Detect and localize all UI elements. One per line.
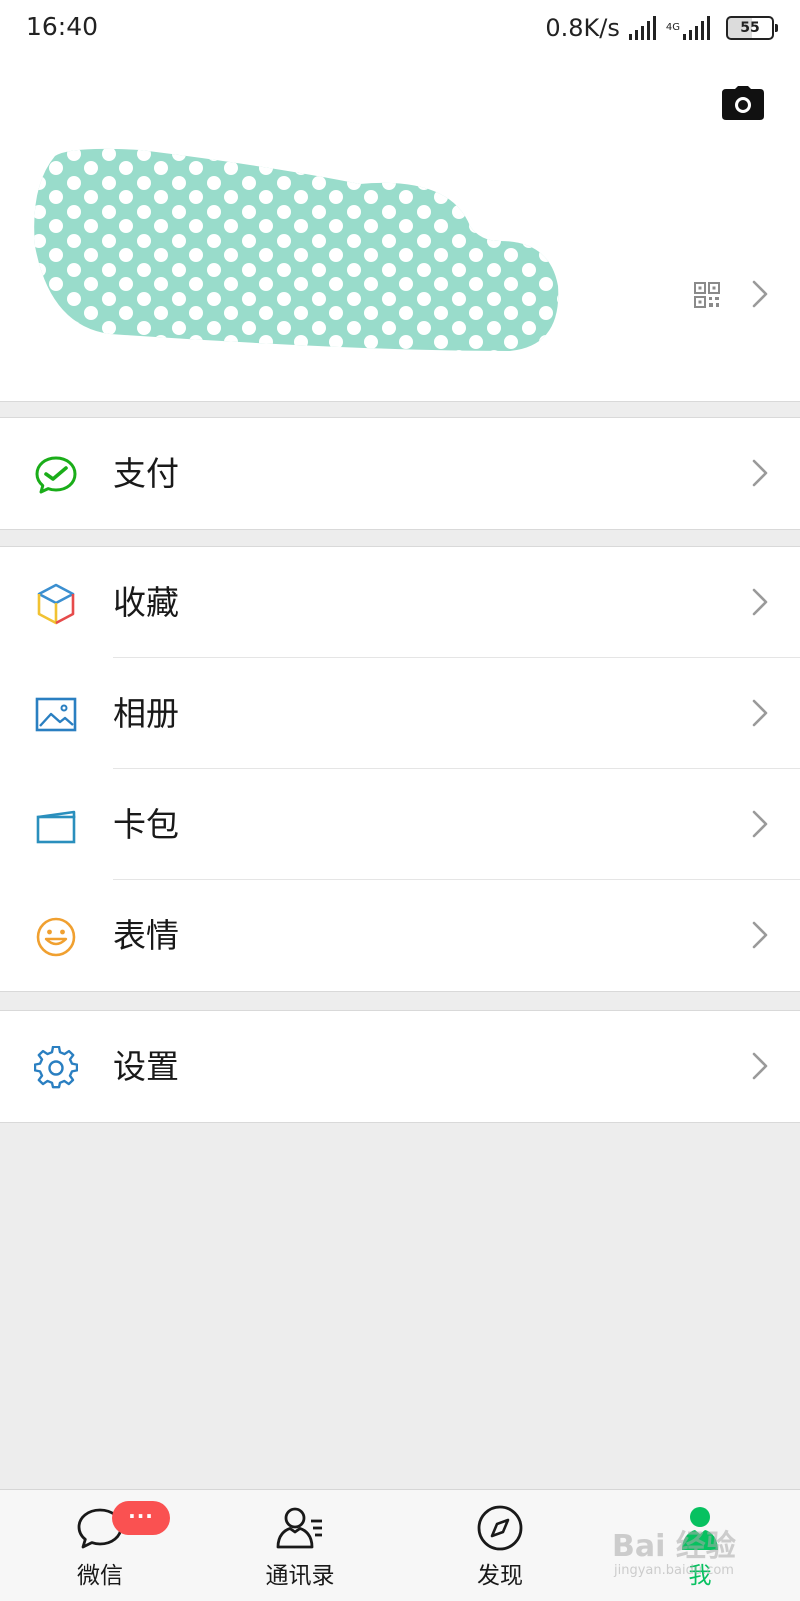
watermark: Bai 经验 [612,1529,736,1564]
status-time: 16:40 [26,12,99,41]
chevron-right-icon [752,459,768,487]
compass-icon [477,1505,523,1551]
menu-label-pay: 支付 [113,454,179,493]
album-icon [35,697,77,732]
network-speed: 0.8K/s [545,14,620,42]
menu-label-favorites: 收藏 [113,583,179,622]
tab-label-discover: 发现 [477,1563,523,1589]
status-indicators: 0.8K/s 4G 55 [545,12,778,44]
smiley-icon [36,917,76,957]
card-wallet-icon [36,810,76,844]
menu-label-stickers: 表情 [113,916,179,955]
bottom-tab-bar: ··· 微信 通讯录 发现 我 Bai 经验 jingyan.baidu.com [0,1489,800,1601]
tab-label-contacts: 通讯录 [265,1563,335,1589]
signal-icon [628,16,656,40]
menu-group-settings: 设置 [0,1010,800,1123]
cube-icon [37,583,75,625]
qr-code-icon[interactable] [694,282,720,308]
menu-group-pay: 支付 [0,417,800,530]
chevron-right-icon [752,699,768,727]
chevron-right-icon [752,588,768,616]
chevron-right-icon [752,921,768,949]
menu-item-favorites[interactable]: 收藏 [0,547,800,658]
battery-indicator: 55 [726,16,778,40]
contacts-icon [276,1507,322,1549]
signal-icon-2 [683,16,710,40]
gear-icon [34,1046,78,1089]
menu-item-cards[interactable]: 卡包 [0,769,800,880]
menu-label-album: 相册 [113,694,179,733]
menu-item-album[interactable]: 相册 [0,658,800,769]
redacted-avatar-mask [34,148,559,351]
menu-item-stickers[interactable]: 表情 [0,880,800,991]
tab-contacts[interactable]: 通讯录 [200,1490,400,1601]
watermark-sub: jingyan.baidu.com [614,1563,734,1578]
menu-label-settings: 设置 [113,1047,179,1086]
tab-discover[interactable]: 发现 [400,1490,600,1601]
camera-icon[interactable] [722,86,764,120]
tab-chats[interactable]: ··· 微信 [0,1490,200,1601]
profile-header[interactable] [0,56,800,402]
network-type: 4G [665,22,680,33]
wechat-pay-icon [35,456,77,494]
menu-item-settings[interactable]: 设置 [0,1011,800,1122]
menu-label-cards: 卡包 [113,805,179,844]
chevron-right-icon [752,1052,768,1080]
menu-item-pay[interactable]: 支付 [0,418,800,529]
tab-label-chats: 微信 [77,1563,123,1589]
status-bar: 16:40 0.8K/s 4G 55 [0,0,800,56]
unread-badge: ··· [112,1501,170,1535]
chevron-right-icon [752,280,768,308]
menu-group-services: 收藏 相册 卡包 表情 [0,546,800,992]
chevron-right-icon [752,810,768,838]
